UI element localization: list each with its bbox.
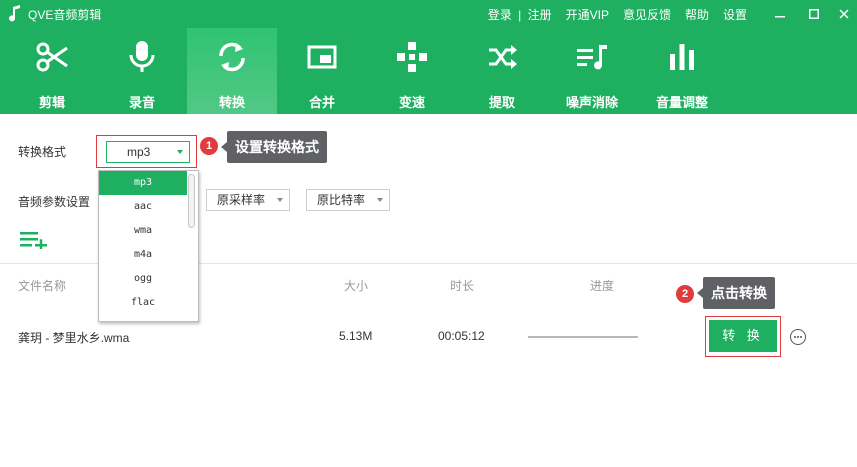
settings-link[interactable]: 设置	[723, 6, 747, 23]
refresh-icon	[219, 42, 245, 72]
login-register: 登录 | 注册	[488, 6, 552, 23]
tool-extract[interactable]: 提取	[457, 28, 547, 114]
playlist-add-icon[interactable]	[20, 231, 48, 249]
main-toolbar: 剪辑 录音 转换 合并 变速 提取 噪声消除 音量调整	[0, 28, 857, 114]
feedback-link[interactable]: 意见反馈	[623, 6, 671, 23]
dropdown-scrollbar[interactable]	[188, 174, 195, 228]
tool-label: 音量调整	[655, 95, 708, 110]
step-callout: 设置转换格式	[221, 131, 327, 163]
register-link[interactable]: 注册	[528, 8, 552, 22]
picture-in-picture-icon	[307, 45, 337, 69]
step-badge: 2	[676, 285, 694, 303]
format-option-ogg[interactable]: ogg	[99, 267, 187, 291]
maximize-button[interactable]	[804, 4, 824, 24]
top-links: 登录 | 注册 开通VIP 意见反馈 帮助 设置	[474, 6, 747, 23]
header-progress: 进度	[590, 279, 615, 293]
scissors-icon	[36, 42, 68, 72]
bar-chart-icon	[670, 44, 694, 70]
progress-bar	[528, 336, 638, 338]
format-option-aac[interactable]: aac	[99, 195, 187, 219]
tool-merge[interactable]: 合并	[277, 28, 367, 114]
playlist-music-icon	[577, 45, 607, 70]
tool-label: 剪辑	[38, 95, 65, 110]
close-icon	[839, 9, 849, 19]
format-select[interactable]: mp3	[106, 141, 190, 163]
format-option-flac[interactable]: flac	[99, 291, 187, 315]
format-option-m4a[interactable]: m4a	[99, 243, 187, 267]
file-size: 5.13M	[339, 329, 373, 343]
login-link[interactable]: 登录	[488, 8, 512, 22]
title-bar: QVE音频剪辑 登录 | 注册 开通VIP 意见反馈 帮助 设置	[0, 0, 857, 28]
file-duration: 00:05:12	[438, 329, 485, 343]
microphone-icon	[129, 41, 155, 72]
step-callout: 点击转换	[697, 277, 775, 309]
minimize-button[interactable]	[770, 4, 790, 24]
sample-rate-value: 原采样率	[217, 193, 266, 207]
tool-record[interactable]: 录音	[97, 28, 187, 114]
step-badge: 1	[200, 137, 218, 155]
app-title: QVE音频剪辑	[28, 8, 102, 22]
format-select-value: mp3	[127, 145, 151, 159]
more-options-icon[interactable]	[790, 329, 806, 345]
tool-volume[interactable]: 音量调整	[637, 28, 727, 114]
tool-label: 录音	[128, 95, 155, 110]
speed-icon	[397, 42, 427, 72]
tool-cut[interactable]: 剪辑	[7, 28, 97, 114]
format-option-wma[interactable]: wma	[99, 219, 187, 243]
tool-denoise[interactable]: 噪声消除	[547, 28, 637, 114]
tool-label: 合并	[308, 95, 335, 110]
bitrate-select[interactable]: 原比特率	[306, 189, 390, 211]
sample-rate-select[interactable]: 原采样率	[206, 189, 290, 211]
params-label: 音频参数设置	[18, 195, 91, 209]
help-link[interactable]: 帮助	[685, 6, 709, 23]
close-button[interactable]	[834, 4, 854, 24]
convert-button[interactable]: 转 换	[709, 320, 777, 352]
header-size: 大小	[344, 279, 369, 293]
tool-label: 转换	[218, 95, 245, 110]
tool-speed[interactable]: 变速	[367, 28, 457, 114]
format-label: 转换格式	[18, 145, 67, 159]
file-name: 龚玥 - 梦里水乡.wma	[18, 331, 130, 345]
vip-link[interactable]: 开通VIP	[566, 6, 609, 23]
tool-label: 变速	[398, 95, 425, 110]
music-note-icon	[9, 5, 20, 22]
tool-label: 噪声消除	[565, 95, 618, 110]
chevron-down-icon	[377, 198, 383, 202]
minimize-icon	[775, 16, 785, 18]
link-separator: |	[518, 8, 522, 22]
format-option-mp3[interactable]: mp3	[99, 171, 187, 195]
chevron-down-icon	[177, 150, 183, 154]
tool-convert[interactable]: 转换	[187, 28, 277, 114]
tool-label: 提取	[488, 95, 515, 110]
header-duration: 时长	[450, 279, 475, 293]
chevron-down-icon	[277, 198, 283, 202]
bitrate-value: 原比特率	[317, 193, 366, 207]
header-filename: 文件名称	[18, 279, 67, 293]
maximize-icon	[809, 9, 819, 19]
shuffle-icon	[489, 45, 517, 69]
format-dropdown-list: mp3 aac wma m4a ogg flac	[98, 170, 199, 322]
